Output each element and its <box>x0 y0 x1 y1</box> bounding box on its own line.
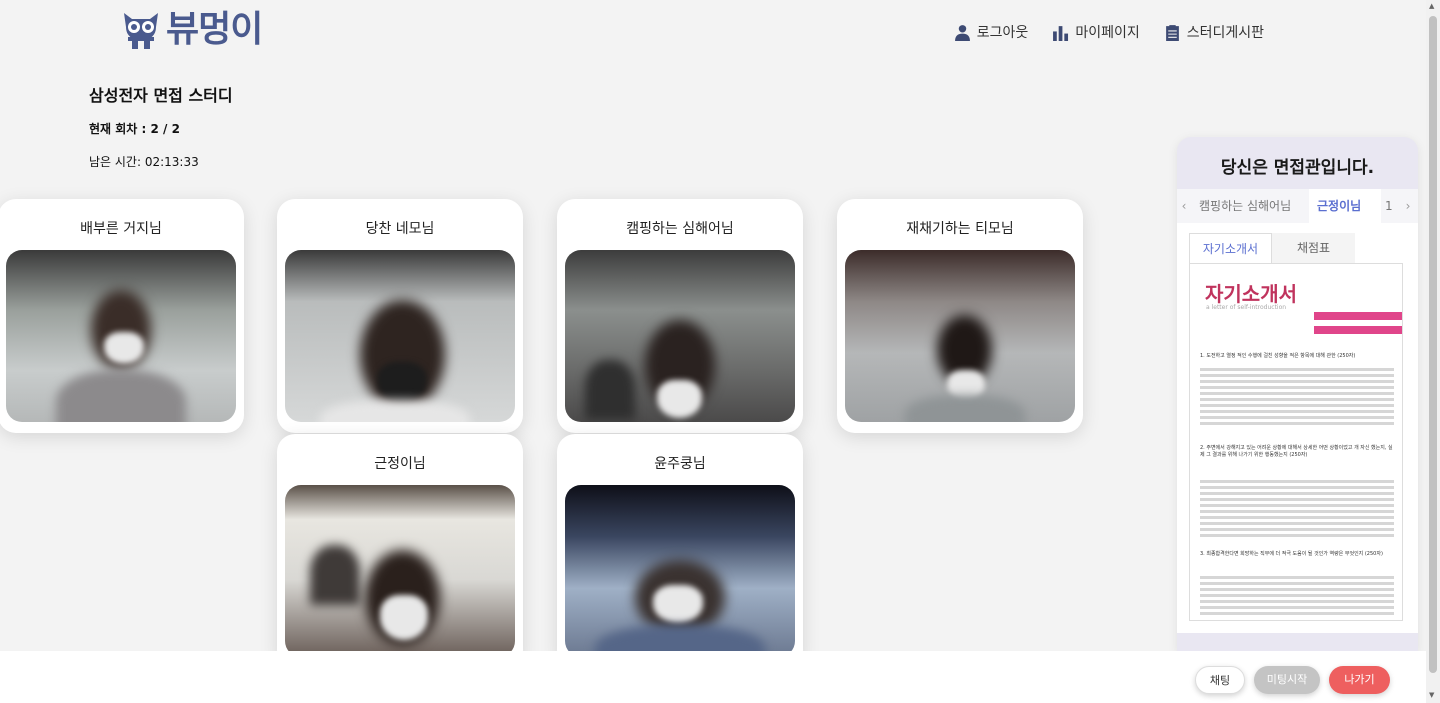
video-feed <box>565 250 795 422</box>
participant-tabs: ‹ 캠핑하는 심해어님 근정이님 1 › <box>1177 189 1418 223</box>
participant-card[interactable]: 재채기하는 티모님 <box>837 199 1083 433</box>
participant-name: 윤주쿵님 <box>654 456 706 472</box>
participant-card[interactable]: 윤주쿵님 <box>557 434 803 668</box>
nav-logout-label: 로그아웃 <box>976 25 1029 41</box>
bar-chart-icon <box>1053 25 1069 41</box>
study-title: 삼성전자 면접 스터디 <box>89 86 233 105</box>
self-introduction-document[interactable]: 자기소개서 a letter of self-introduction 1. 도… <box>1189 263 1403 621</box>
answer-text <box>1200 368 1394 428</box>
chat-button[interactable]: 채팅 <box>1195 666 1245 694</box>
user-icon <box>954 24 970 41</box>
video-feed <box>565 485 795 657</box>
info-bar <box>1314 312 1402 320</box>
participant-card[interactable]: 배부른 거지님 <box>0 199 244 433</box>
document-heading: 자기소개서 <box>1205 282 1297 306</box>
participant-name: 재채기하는 티모님 <box>906 221 1014 237</box>
video-feed <box>285 485 515 657</box>
tab-self-introduction[interactable]: 자기소개서 <box>1189 233 1272 263</box>
nav-mypage[interactable]: 마이페이지 <box>1052 22 1140 42</box>
video-feed <box>6 250 236 422</box>
panel-title: 당신은 면접관입니다. <box>1220 158 1375 178</box>
nav-study-board-label: 스터디게시판 <box>1186 25 1264 41</box>
participant-name: 근정이님 <box>374 456 426 472</box>
footer-bar: 채팅 미팅시작 나가기 <box>0 651 1426 703</box>
clipboard-icon <box>1165 24 1179 41</box>
interviewer-panel: 당신은 면접관입니다. ‹ 캠핑하는 심해어님 근정이님 1 › 자기소개서 채… <box>1177 137 1418 652</box>
top-navigation: 로그아웃 마이페이지 스터디게시판 <box>954 22 1264 42</box>
video-feed <box>285 250 515 422</box>
logo[interactable]: 뷰멍이 <box>120 9 263 51</box>
info-bar <box>1314 326 1402 334</box>
participant-card[interactable]: 캠핑하는 심해어님 <box>557 199 803 433</box>
tab-score-sheet[interactable]: 채점표 <box>1272 233 1355 263</box>
question-text: 3. 최종합격한다면 희망하는 직무에 더 적극 도움이 될 것인가 역량은 무… <box>1200 551 1383 557</box>
owl-logo-icon <box>124 13 158 49</box>
participant-name: 캠핑하는 심해어님 <box>626 221 734 237</box>
document-subheading: a letter of self-introduction <box>1206 304 1287 311</box>
start-meeting-button[interactable]: 미팅시작 <box>1254 666 1320 694</box>
participant-card[interactable]: 당찬 네모님 <box>277 199 523 433</box>
video-feed <box>845 250 1075 422</box>
exit-button[interactable]: 나가기 <box>1329 666 1390 694</box>
question-text: 1. 도전하고 열정 적인 수행에 걸친 성향을 적은 항목에 대해 관한 (2… <box>1200 353 1356 359</box>
tab-participant-active[interactable]: 근정이님 <box>1309 189 1381 223</box>
question-text: 2. 주변에서 강해지고 있는 어려운 상황에 대해서 상세한 어떤 상황이었고… <box>1200 445 1393 458</box>
scroll-down-icon[interactable]: ▼ <box>1429 691 1434 699</box>
current-round: 현재 회차 : 2 / 2 <box>89 122 180 136</box>
scrollbar-thumb[interactable] <box>1429 16 1437 673</box>
document-tabs: 자기소개서 채점표 <box>1189 233 1355 263</box>
remaining-time: 남은 시간: 02:13:33 <box>89 155 199 169</box>
panel-body: 자기소개서 채점표 자기소개서 a letter of self-introdu… <box>1177 223 1418 633</box>
nav-mypage-label: 마이페이지 <box>1075 25 1140 41</box>
tab-participant[interactable]: 캠핑하는 심해어님 <box>1191 189 1309 223</box>
participant-card[interactable]: 근정이님 <box>277 434 523 668</box>
nav-logout[interactable]: 로그아웃 <box>954 22 1029 42</box>
scroll-up-icon[interactable]: ▲ <box>1429 2 1434 10</box>
chevron-left-icon[interactable]: ‹ <box>1177 199 1191 213</box>
participant-name: 당찬 네모님 <box>365 221 435 237</box>
panel-bottom <box>1177 633 1418 652</box>
nav-study-board[interactable]: 스터디게시판 <box>1164 22 1264 42</box>
tab-participant[interactable]: 1 <box>1381 189 1401 223</box>
vertical-scrollbar[interactable]: ▲ ▼ <box>1426 0 1440 703</box>
participant-name: 배부른 거지님 <box>80 221 162 237</box>
chevron-right-icon[interactable]: › <box>1401 199 1415 213</box>
answer-text <box>1200 576 1394 618</box>
answer-text <box>1200 480 1394 540</box>
logo-text: 뷰멍이 <box>166 9 263 50</box>
